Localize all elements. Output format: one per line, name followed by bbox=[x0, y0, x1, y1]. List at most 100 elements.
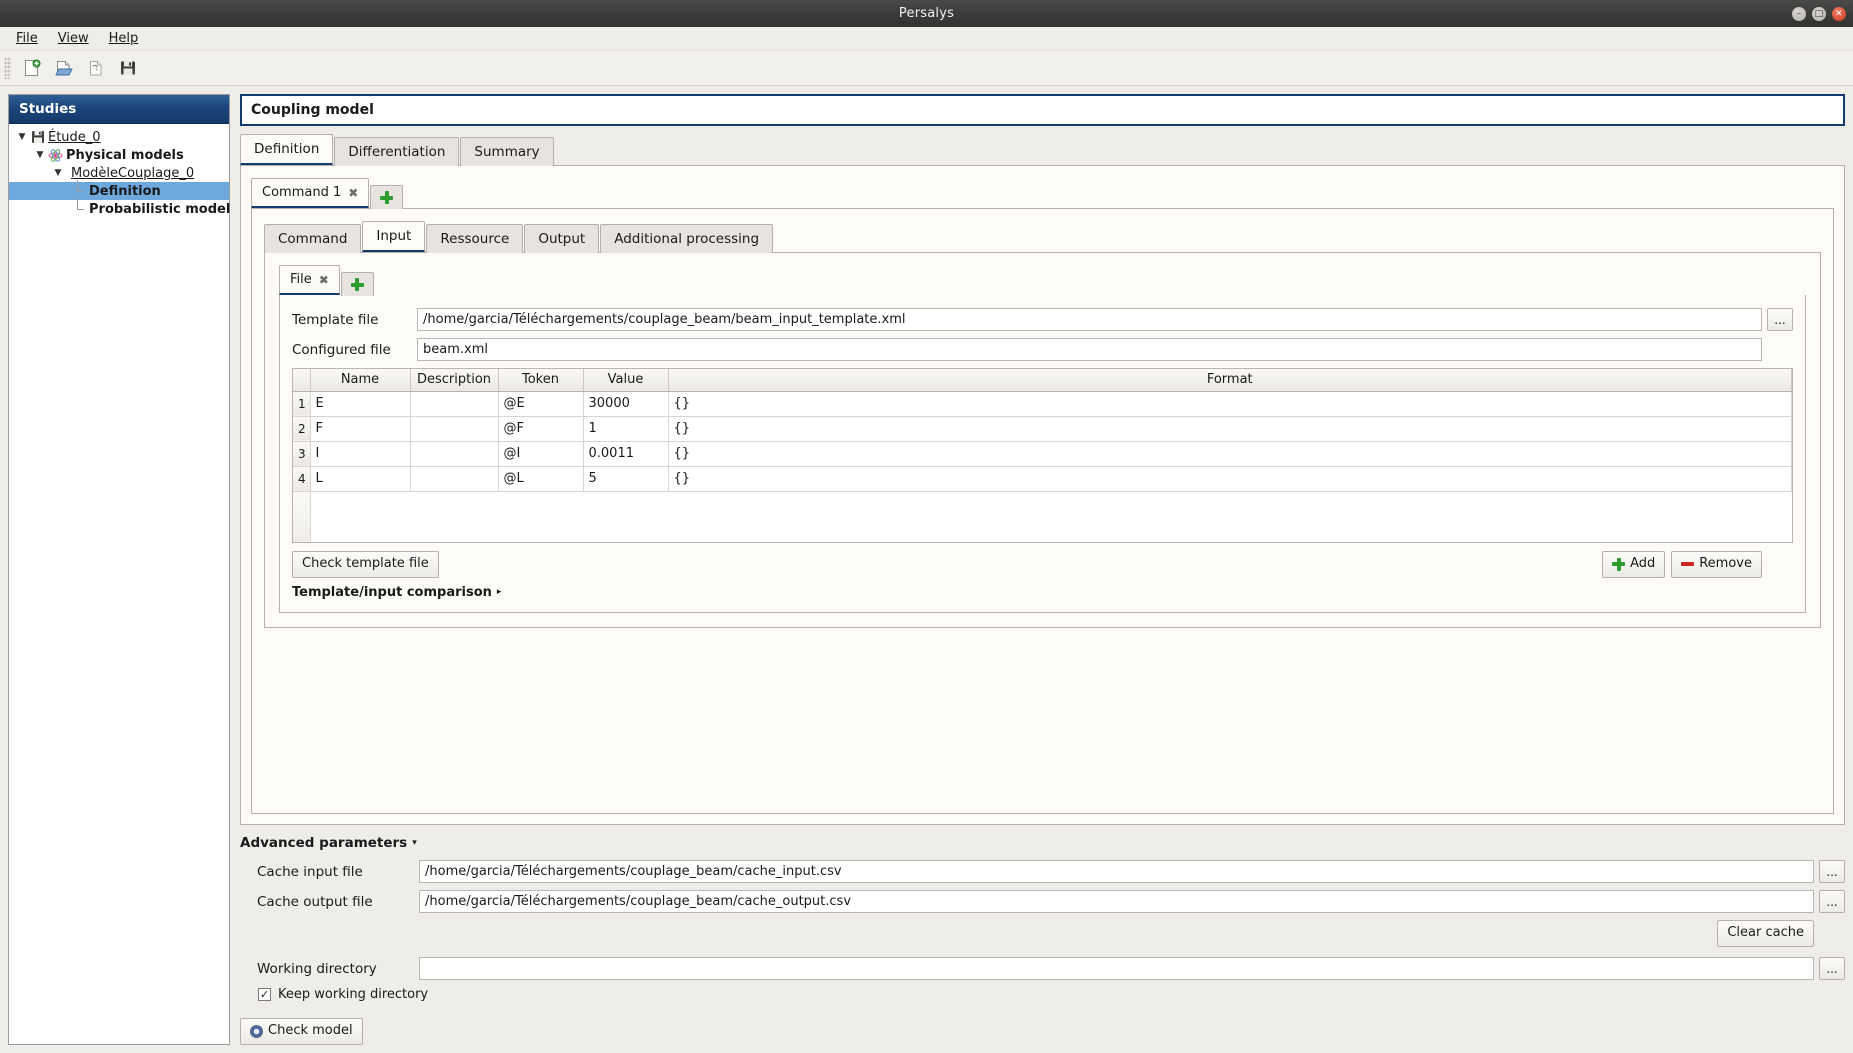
command-panel: Command Input Ressource Output Additiona… bbox=[251, 208, 1834, 814]
cell-name[interactable]: E bbox=[310, 391, 410, 416]
close-icon[interactable]: ✖ bbox=[348, 187, 358, 199]
cell-description[interactable] bbox=[410, 416, 498, 441]
tab-definition[interactable]: Definition bbox=[240, 134, 333, 165]
minimize-button[interactable]: – bbox=[1792, 7, 1806, 21]
cell-name[interactable]: L bbox=[310, 466, 410, 491]
cell-format[interactable]: {} bbox=[668, 416, 1792, 441]
configured-file-input[interactable] bbox=[417, 338, 1762, 361]
cell-token[interactable]: @E bbox=[498, 391, 583, 416]
column-header-format[interactable]: Format bbox=[668, 369, 1792, 391]
table-row[interactable]: 1 E @E 30000 {} bbox=[293, 391, 1792, 416]
content-pane: Coupling model Definition Differentiatio… bbox=[240, 94, 1845, 1045]
menu-help[interactable]: Help bbox=[99, 29, 149, 48]
save-study-button[interactable] bbox=[113, 54, 143, 82]
maximize-icon: □ bbox=[1812, 7, 1826, 21]
add-file-button[interactable] bbox=[341, 272, 374, 296]
table-empty-row bbox=[293, 491, 1792, 543]
cell-token[interactable]: @F bbox=[498, 416, 583, 441]
cell-format[interactable]: {} bbox=[668, 391, 1792, 416]
keep-working-directory-row[interactable]: ✓ Keep working directory bbox=[258, 987, 1845, 1002]
column-header-description[interactable]: Description bbox=[410, 369, 498, 391]
cache-output-file-input[interactable] bbox=[419, 890, 1814, 913]
cell-value[interactable]: 0.0011 bbox=[583, 441, 668, 466]
check-model-button[interactable]: Check model bbox=[240, 1018, 363, 1045]
toolbar-grip[interactable] bbox=[4, 57, 11, 79]
tab-input[interactable]: Input bbox=[362, 221, 425, 252]
advanced-parameters-toggle[interactable]: Advanced parameters ▾ bbox=[240, 835, 1845, 851]
working-directory-row: Working directory ... bbox=[257, 957, 1845, 980]
tree-item-definition[interactable]: Definition bbox=[9, 182, 229, 200]
check-template-file-button[interactable]: Check template file bbox=[292, 551, 439, 578]
cache-input-browse-button[interactable]: ... bbox=[1819, 860, 1845, 883]
column-header-token[interactable]: Token bbox=[498, 369, 583, 391]
column-header-name[interactable]: Name bbox=[310, 369, 410, 391]
template-file-row: Template file ... bbox=[292, 308, 1793, 331]
chevron-down-icon[interactable]: ▼ bbox=[51, 168, 65, 178]
cell-value[interactable]: 30000 bbox=[583, 391, 668, 416]
tree-item-modelecouplage-0[interactable]: ▼ ModèleCouplage_0 bbox=[9, 164, 229, 182]
tree-item-etude-0[interactable]: ▼ Étude_0 bbox=[9, 128, 229, 146]
remove-variable-button[interactable]: Remove bbox=[1671, 551, 1762, 578]
keep-working-directory-checkbox[interactable]: ✓ bbox=[258, 988, 271, 1001]
cell-token[interactable]: @I bbox=[498, 441, 583, 466]
tab-summary[interactable]: Summary bbox=[460, 137, 553, 166]
advanced-parameters-section: Advanced parameters ▾ Cache input file .… bbox=[240, 835, 1845, 1045]
table-row[interactable]: 3 I @I 0.0011 {} bbox=[293, 441, 1792, 466]
cache-input-label: Cache input file bbox=[257, 864, 419, 880]
tab-command[interactable]: Command bbox=[264, 224, 361, 253]
close-icon[interactable]: ✖ bbox=[319, 274, 329, 286]
cell-name[interactable]: I bbox=[310, 441, 410, 466]
cell-description[interactable] bbox=[410, 391, 498, 416]
tab-additional-processing[interactable]: Additional processing bbox=[600, 224, 773, 253]
menu-view[interactable]: View bbox=[48, 29, 99, 48]
window-title: Persalys bbox=[899, 6, 954, 21]
tab-differentiation[interactable]: Differentiation bbox=[334, 137, 459, 166]
template-file-input[interactable] bbox=[417, 308, 1762, 331]
plus-icon bbox=[1612, 558, 1625, 571]
tab-ressource[interactable]: Ressource bbox=[426, 224, 523, 253]
template-file-browse-button[interactable]: ... bbox=[1767, 308, 1793, 331]
cell-token[interactable]: @L bbox=[498, 466, 583, 491]
chevron-down-icon[interactable]: ▼ bbox=[15, 132, 29, 142]
cell-description[interactable] bbox=[410, 466, 498, 491]
cell-format[interactable]: {} bbox=[668, 441, 1792, 466]
gear-icon bbox=[250, 1025, 263, 1038]
close-button[interactable]: ✕ bbox=[1832, 7, 1846, 21]
add-variable-button[interactable]: Add bbox=[1602, 551, 1665, 578]
variables-table[interactable]: Name Description Token Value Format bbox=[292, 368, 1793, 543]
tab-output[interactable]: Output bbox=[524, 224, 599, 253]
command-sub-tabbar: Command Input Ressource Output Additiona… bbox=[264, 221, 1821, 252]
open-study-button[interactable] bbox=[49, 54, 79, 82]
file-tabbar: File ✖ bbox=[279, 265, 1806, 295]
cell-value[interactable]: 1 bbox=[583, 416, 668, 441]
working-directory-input[interactable] bbox=[419, 957, 1814, 980]
tab-command-1[interactable]: Command 1 ✖ bbox=[251, 178, 369, 208]
clear-cache-button[interactable]: Clear cache bbox=[1717, 920, 1814, 947]
cell-value[interactable]: 5 bbox=[583, 466, 668, 491]
table-row[interactable]: 4 L @L 5 {} bbox=[293, 466, 1792, 491]
chevron-down-icon[interactable]: ▼ bbox=[33, 150, 47, 160]
check-model-row: Check model bbox=[240, 1018, 1845, 1045]
cache-output-browse-button[interactable]: ... bbox=[1819, 890, 1845, 913]
cache-input-file-input[interactable] bbox=[419, 860, 1814, 883]
cell-description[interactable] bbox=[410, 441, 498, 466]
tree-item-probabilistic-model[interactable]: Probabilistic model bbox=[9, 200, 229, 218]
template-input-comparison-toggle[interactable]: Template/input comparison ▸ bbox=[292, 585, 1793, 600]
save-icon bbox=[118, 58, 138, 78]
table-actions: Check template file Add Remove bbox=[292, 551, 1793, 578]
maximize-button[interactable]: □ bbox=[1812, 7, 1826, 21]
working-directory-browse-button[interactable]: ... bbox=[1819, 957, 1845, 980]
tab-label: Output bbox=[538, 231, 585, 247]
open-study-icon bbox=[54, 58, 74, 78]
new-study-button[interactable] bbox=[17, 54, 47, 82]
tab-file[interactable]: File ✖ bbox=[279, 265, 340, 295]
add-command-button[interactable] bbox=[370, 185, 403, 209]
cell-format[interactable]: {} bbox=[668, 466, 1792, 491]
column-header-value[interactable]: Value bbox=[583, 369, 668, 391]
tree-item-physical-models[interactable]: ▼ Physical models bbox=[9, 146, 229, 164]
menu-file[interactable]: File bbox=[6, 29, 48, 48]
cell-name[interactable]: F bbox=[310, 416, 410, 441]
cache-input-row: Cache input file ... bbox=[257, 860, 1845, 883]
table-row[interactable]: 2 F @F 1 {} bbox=[293, 416, 1792, 441]
import-script-button[interactable] bbox=[81, 54, 111, 82]
